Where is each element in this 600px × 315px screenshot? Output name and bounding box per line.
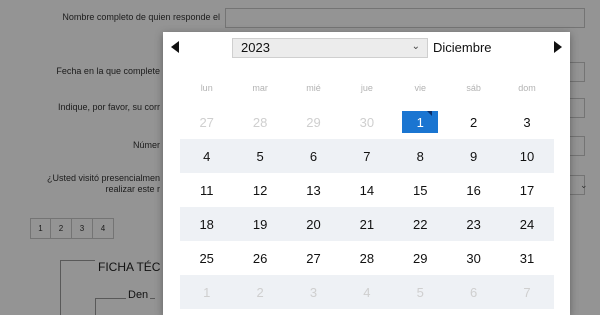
triangle-right-icon[interactable] xyxy=(554,41,562,53)
calendar-day[interactable]: 19 xyxy=(233,207,286,241)
weekday-label: sáb xyxy=(466,82,481,93)
calendar-day-outside-month: 2 xyxy=(256,284,264,300)
calendar-day[interactable]: 28 xyxy=(340,241,393,275)
calendar-day-outside-month: 4 xyxy=(363,284,371,300)
calendar-day-outside-month: 1 xyxy=(203,284,211,300)
triangle-left-icon[interactable] xyxy=(171,41,179,53)
calendar-day-outside-month: 28 xyxy=(252,114,268,130)
date-picker-header: 2023 ⌄ Diciembre xyxy=(163,32,570,66)
weekday-label: vie xyxy=(414,82,427,93)
calendar-day-outside-month: 3 xyxy=(309,284,318,300)
chevron-down-icon: ⌄ xyxy=(411,41,420,52)
calendar-day-outside-month: 29 xyxy=(306,114,321,130)
calendar-day-selected[interactable]: 1 xyxy=(394,105,447,139)
calendar-day[interactable]: 17 xyxy=(500,173,553,207)
calendar-day[interactable]: 30 xyxy=(447,241,500,275)
calendar-week-row: 4 5 6 7 8 9 10 xyxy=(180,139,554,173)
calendar-day[interactable]: 15 xyxy=(394,173,447,207)
calendar-day[interactable]: 31 xyxy=(500,241,553,275)
calendar-day[interactable]: 25 xyxy=(180,241,233,275)
calendar-day[interactable]: 14 xyxy=(340,173,393,207)
calendar-day-outside-month: 7 xyxy=(523,284,531,300)
weekday-label: mié xyxy=(306,82,321,93)
year-dropdown[interactable]: 2023 ⌄ xyxy=(232,38,428,58)
calendar-day-outside-month: 6 xyxy=(470,284,478,300)
calendar-day[interactable]: 2 xyxy=(447,105,500,139)
calendar-day[interactable]: 20 xyxy=(287,207,340,241)
calendar-day[interactable]: 29 xyxy=(394,241,447,275)
calendar-week-row: 18 19 20 21 22 23 24 xyxy=(180,207,554,241)
calendar-day[interactable]: 9 xyxy=(447,139,500,173)
year-value: 2023 xyxy=(241,40,270,55)
month-label: Diciembre xyxy=(433,40,492,55)
weekday-label: mar xyxy=(252,82,268,93)
calendar-week-row: 27 28 29 30 1 2 3 xyxy=(180,105,554,139)
calendar-day[interactable]: 24 xyxy=(500,207,553,241)
weekday-label: dom xyxy=(518,82,536,93)
calendar-day[interactable]: 12 xyxy=(233,173,286,207)
calendar-day[interactable]: 21 xyxy=(340,207,393,241)
weekday-header: lun mar mié jue vie sáb dom xyxy=(180,70,554,105)
calendar-day-outside-month: 27 xyxy=(199,114,214,130)
calendar-day-outside-month: 5 xyxy=(416,284,424,300)
calendar-day[interactable]: 27 xyxy=(287,241,340,275)
calendar-day[interactable]: 7 xyxy=(340,139,393,173)
calendar-day[interactable]: 5 xyxy=(233,139,286,173)
calendar-day-outside-month: 30 xyxy=(359,114,375,130)
calendar-day[interactable]: 3 xyxy=(500,105,553,139)
calendar-week-row: 11 12 13 14 15 16 17 xyxy=(180,173,554,207)
weekday-label: lun xyxy=(200,82,213,93)
calendar-day[interactable]: 4 xyxy=(180,139,233,173)
calendar-day[interactable]: 8 xyxy=(394,139,447,173)
calendar-day[interactable]: 18 xyxy=(180,207,233,241)
calendar-grid: lun mar mié jue vie sáb dom 27 28 29 30 1 2 3 4 5 6 7 8 9 1… xyxy=(180,70,554,309)
date-picker: 2023 ⌄ Diciembre lun mar mié jue vie sáb dom 2… xyxy=(163,32,570,315)
calendar-day[interactable]: 10 xyxy=(500,139,553,173)
calendar-day[interactable]: 11 xyxy=(180,173,233,207)
calendar-week-row: 1 2 3 4 5 6 7 xyxy=(180,275,554,309)
calendar-week-row: 25 26 27 28 29 30 31 xyxy=(180,241,554,275)
calendar-day[interactable]: 16 xyxy=(447,173,500,207)
calendar-day[interactable]: 22 xyxy=(394,207,447,241)
calendar-day[interactable]: 26 xyxy=(233,241,286,275)
calendar-day[interactable]: 6 xyxy=(287,139,340,173)
weekday-label: jue xyxy=(360,82,373,93)
calendar-day[interactable]: 23 xyxy=(447,207,500,241)
calendar-day[interactable]: 13 xyxy=(287,173,340,207)
